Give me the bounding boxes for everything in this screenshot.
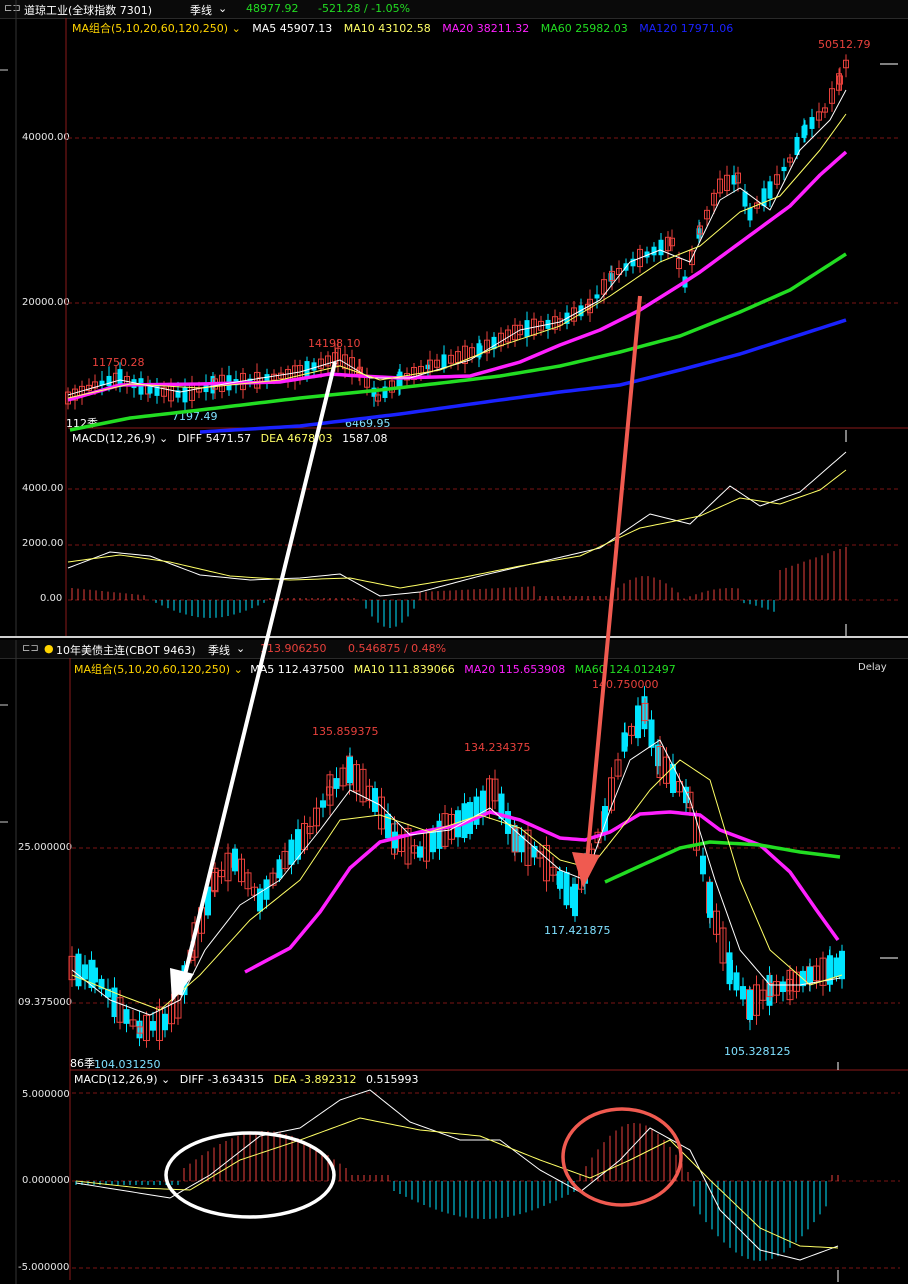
chevron-down-icon[interactable]: ⌄ — [161, 1073, 170, 1086]
tnote-ma-label[interactable]: MA组合(5,10,20,60,120,250) — [74, 663, 230, 676]
tnote-period-label: 86季 — [70, 1057, 95, 1070]
dow-header: ⊏⊐ 道琼工业(全球指数 7301) 季线 ⌄ 48977.92 -521.28… — [0, 0, 908, 19]
tnote-macd-legend: MACD(12,26,9) ⌄ DIFF -3.634315 DEA -3.89… — [74, 1073, 419, 1086]
tnote-delay: Delay — [858, 662, 887, 673]
tnote-macd-value: 0.515993 — [366, 1073, 419, 1086]
tnote-label-135: 135.859375 — [312, 725, 379, 738]
dow-high-label: 50512.79 — [818, 38, 871, 51]
dow-macd-legend: MACD(12,26,9) ⌄ DIFF 5471.57 DEA 4678.03… — [72, 432, 388, 445]
chevron-down-icon[interactable]: ⌄ — [218, 2, 227, 15]
link-icon[interactable]: ⊏⊐ — [22, 643, 39, 655]
tnote-price: 113.906250 — [260, 642, 327, 655]
tnote-ma5: MA5 112.437500 — [250, 663, 345, 676]
dow-macd-tick-4000: 4000.00 — [22, 483, 64, 494]
dow-macd-dea: DEA 4678.03 — [260, 432, 333, 445]
dow-label-11750: 11750.28 — [92, 356, 145, 369]
dow-label-7197: 7197.49 — [172, 410, 218, 423]
tnote-macd-diff: DIFF -3.634315 — [179, 1073, 265, 1086]
dow-macd-label[interactable]: MACD(12,26,9) — [72, 432, 156, 445]
tnote-ma20: MA20 115.653908 — [464, 663, 566, 676]
tnote-period[interactable]: 季线 — [208, 642, 230, 658]
dow-period[interactable]: 季线 — [190, 2, 212, 18]
dow-macd-value: 1587.08 — [342, 432, 388, 445]
dow-period-label: 112季 — [66, 417, 98, 430]
tnote-macd-label[interactable]: MACD(12,26,9) — [74, 1073, 158, 1086]
dow-panel: ⊏⊐ 道琼工业(全球指数 7301) 季线 ⌄ 48977.92 -521.28… — [0, 0, 908, 638]
tnote-ma60: MA60 124.012497 — [574, 663, 676, 676]
dow-change: -521.28 / -1.05% — [318, 2, 411, 15]
dow-macd-tick-0: 0.00 — [40, 593, 63, 604]
chevron-down-icon[interactable]: ⌄ — [234, 663, 243, 676]
tnote-tick-109: 09.375000 — [18, 997, 73, 1008]
tnote-label-140: 140.750000 — [592, 678, 659, 691]
tnote-macd-tick-neg5: -5.000000 — [18, 1262, 70, 1273]
dot-icon: ● — [44, 642, 54, 655]
tnote-macd-tick-5: 5.000000 — [22, 1089, 70, 1100]
tnote-label-134: 134.234375 — [464, 741, 531, 754]
chevron-down-icon[interactable]: ⌄ — [232, 22, 241, 35]
dow-ma-legend: MA组合(5,10,20,60,120,250) ⌄ MA5 45907.13 … — [72, 20, 733, 36]
dow-label-6469: 6469.95 — [345, 417, 391, 430]
tnote-tick-125: 25.000000 — [18, 842, 73, 853]
link-icon[interactable]: ⊏⊐ — [4, 3, 21, 15]
tnote-change: 0.546875 / 0.48% — [348, 642, 447, 655]
dow-ma10: MA10 43102.58 — [343, 22, 431, 35]
dow-tick-40000: 40000.00 — [22, 132, 70, 143]
dow-ma20: MA20 38211.32 — [442, 22, 530, 35]
tnote-macd-tick-0: 0.000000 — [22, 1175, 70, 1186]
dow-macd-diff: DIFF 5471.57 — [177, 432, 252, 445]
tnote-macd-dea: DEA -3.892312 — [273, 1073, 357, 1086]
dow-ma5: MA5 45907.13 — [252, 22, 333, 35]
tnote-title[interactable]: 10年美债主连(CBOT 9463) — [56, 642, 195, 658]
dow-title[interactable]: 道琼工业(全球指数 7301) — [24, 2, 152, 18]
dow-label-14198: 14198.10 — [308, 337, 361, 350]
dow-price: 48977.92 — [246, 2, 299, 15]
dow-ma-label[interactable]: MA组合(5,10,20,60,120,250) — [72, 22, 228, 35]
chevron-down-icon[interactable]: ⌄ — [159, 432, 168, 445]
dow-ma120: MA120 17971.06 — [639, 22, 734, 35]
tnote-label-105: 105.328125 — [724, 1045, 791, 1058]
tnote-header: ⊏⊐ ● 10年美债主连(CBOT 9463) 季线 ⌄ 113.906250 … — [0, 640, 908, 659]
tnote-panel: ⊏⊐ ● 10年美债主连(CBOT 9463) 季线 ⌄ 113.906250 … — [0, 640, 908, 1284]
tnote-ma-legend: MA组合(5,10,20,60,120,250) ⌄ MA5 112.43750… — [74, 661, 676, 677]
tnote-ma10: MA10 111.839066 — [353, 663, 455, 676]
tnote-label-104: 104.031250 — [94, 1058, 161, 1071]
chevron-down-icon[interactable]: ⌄ — [236, 642, 245, 655]
tnote-label-117: 117.421875 — [544, 924, 611, 937]
dow-ma60: MA60 25982.03 — [540, 22, 628, 35]
dow-macd-tick-2000: 2000.00 — [22, 538, 64, 549]
dow-tick-20000: 20000.00 — [22, 297, 70, 308]
